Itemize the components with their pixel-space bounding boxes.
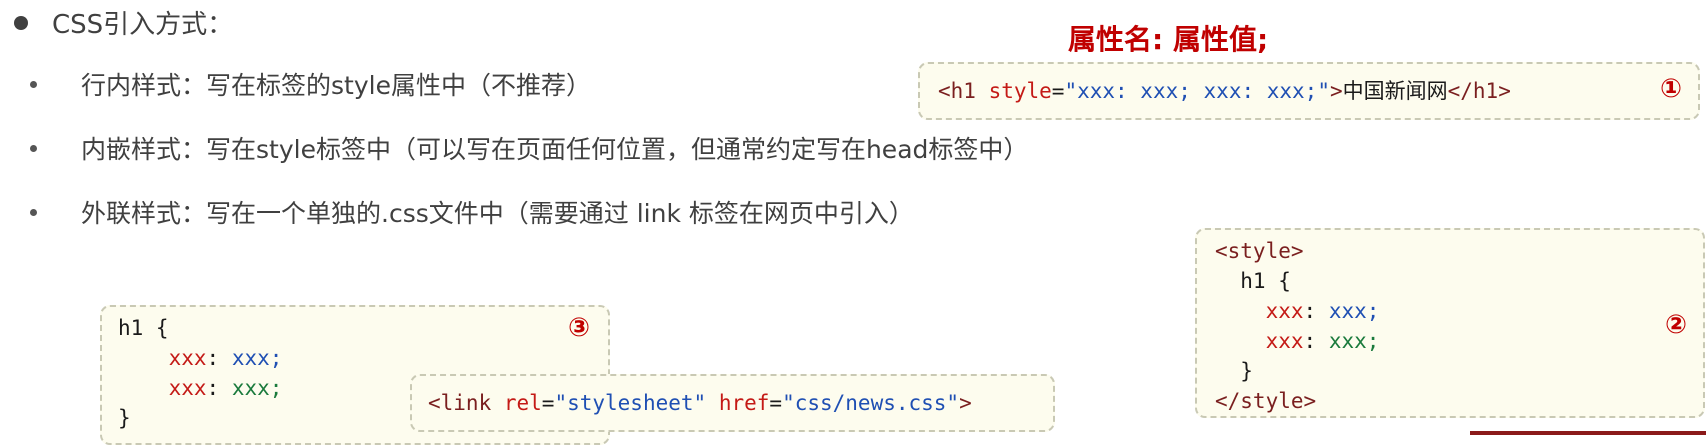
bullet-dot: [30, 80, 37, 88]
code-line: <link rel="stylesheet" href="css/news.cs…: [428, 391, 972, 415]
item-text: 写在style标签中（可以写在页面任何位置，但通常约定写在head标签中）: [206, 135, 1029, 164]
item-label: 内嵌样式：: [81, 135, 207, 164]
item-label: 外联样式：: [81, 199, 207, 228]
list-item-inline: 行内样式： 写在标签的style属性中（不推荐）: [30, 66, 591, 102]
item-text: 写在标签的style属性中（不推荐）: [206, 71, 591, 100]
code-line: xxx: xxx;: [1265, 299, 1380, 323]
code-box-inline: <h1 style="xxx: xxx; xxx: xxx;">中国新闻网</h…: [918, 62, 1700, 120]
bullet-dot: [30, 144, 37, 152]
code-line: <h1 style="xxx: xxx; xxx: xxx;">中国新闻网</h…: [938, 79, 1511, 103]
bullet-dot: [30, 208, 37, 216]
code-line: <style>: [1215, 239, 1304, 263]
code-box-link: <link rel="stylesheet" href="css/news.cs…: [410, 374, 1055, 432]
item-text: 写在一个单独的.css文件中（需要通过 link 标签在网页中引入）: [206, 199, 914, 228]
decorative-bar: [1470, 431, 1706, 435]
code-line: xxx: xxx;: [168, 346, 283, 370]
badge-number-3: ③: [567, 313, 590, 343]
code-line: h1 {: [1215, 269, 1291, 293]
code-line: xxx: xxx;: [1265, 329, 1380, 353]
code-box-embedded: <style> h1 { xxx: xxx; xxx: xxx; } </sty…: [1195, 228, 1705, 418]
badge-number-2: ②: [1664, 310, 1687, 340]
code-line: h1 {: [118, 316, 169, 340]
list-item-external: 外联样式： 写在一个单独的.css文件中（需要通过 link 标签在网页中引入）: [30, 194, 914, 230]
heading-text: CSS引入方式：: [52, 10, 234, 40]
code-line: </style>: [1215, 389, 1317, 413]
badge-number-1: ①: [1659, 74, 1682, 104]
item-label: 行内样式：: [81, 71, 207, 100]
list-item-embedded: 内嵌样式： 写在style标签中（可以写在页面任何位置，但通常约定写在head标…: [30, 130, 1028, 166]
section-heading: CSS引入方式：: [14, 4, 233, 41]
bullet-dot: [14, 15, 28, 30]
code-line: }: [1215, 359, 1253, 383]
syntax-annotation: 属性名: 属性值;: [1068, 23, 1269, 56]
